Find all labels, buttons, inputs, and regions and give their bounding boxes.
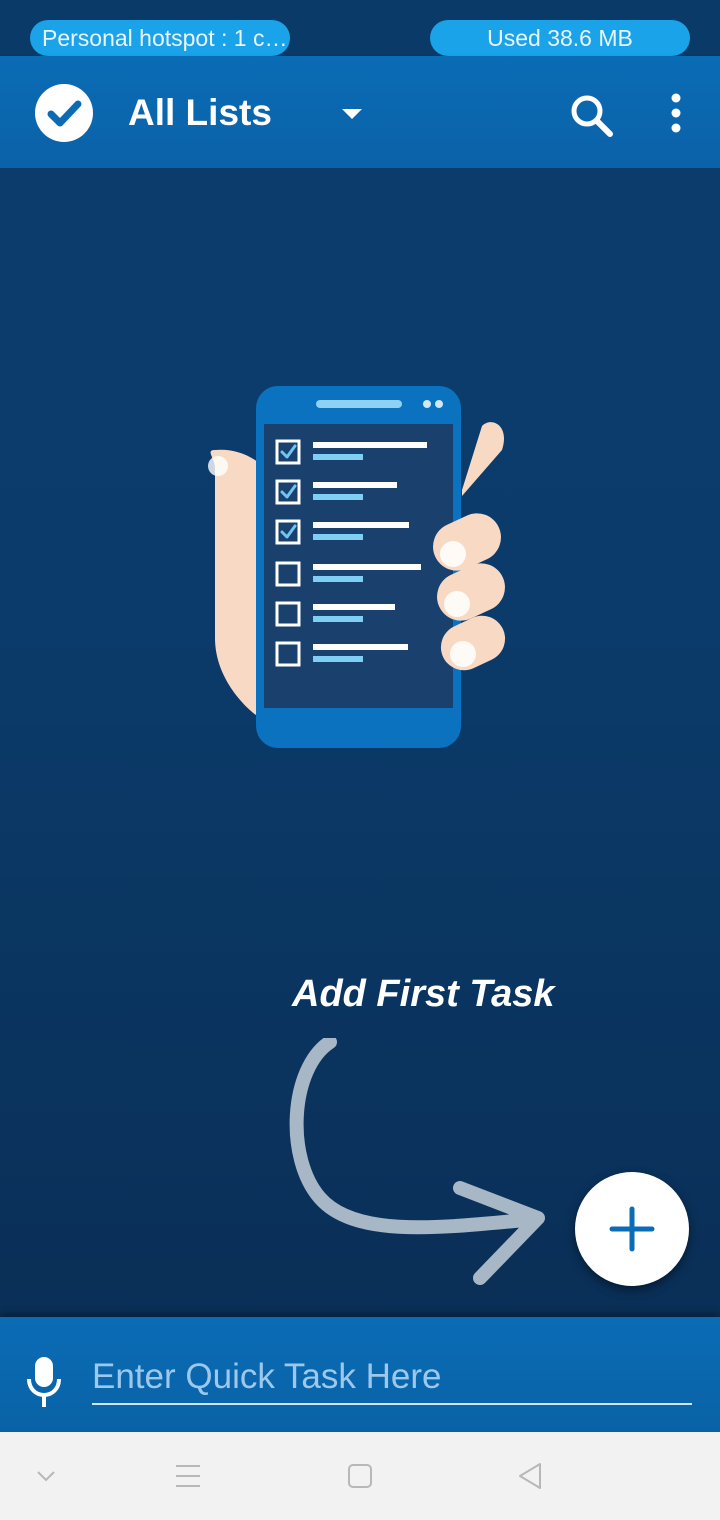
back-triangle-icon[interactable]	[510, 1456, 550, 1496]
search-icon[interactable]	[566, 90, 616, 140]
caret-down-icon[interactable]	[340, 107, 364, 121]
empty-state: Add First Task	[0, 168, 720, 1317]
quick-task-input[interactable]	[92, 1351, 692, 1405]
chevron-down-icon[interactable]	[26, 1456, 66, 1496]
status-bar: Personal hotspot : 1 c… Used 38.6 MB	[0, 0, 720, 56]
add-task-button[interactable]	[575, 1172, 689, 1286]
check-circle-icon	[35, 84, 93, 142]
plus-icon	[609, 1206, 655, 1252]
add-first-task-hint: Add First Task	[292, 973, 555, 1015]
app-bar: All Lists	[0, 56, 720, 168]
more-vert-icon[interactable]	[660, 90, 692, 140]
quick-task-bar	[0, 1317, 720, 1432]
microphone-icon[interactable]	[26, 1355, 62, 1409]
hotspot-pill[interactable]: Personal hotspot : 1 c…	[30, 20, 290, 56]
page-title[interactable]: All Lists	[128, 92, 272, 134]
phone-checklist-illustration	[200, 378, 520, 763]
system-nav-bar	[0, 1432, 720, 1520]
home-square-icon[interactable]	[340, 1456, 380, 1496]
menu-icon[interactable]	[168, 1456, 208, 1496]
curved-arrow-icon	[280, 1035, 550, 1293]
data-usage-pill[interactable]: Used 38.6 MB	[430, 20, 690, 56]
